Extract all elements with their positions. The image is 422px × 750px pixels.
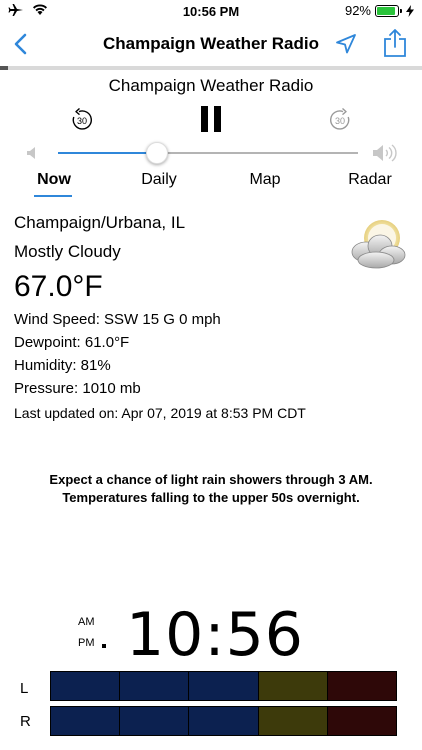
condition-label: Mostly Cloudy — [14, 242, 121, 261]
tab-map[interactable]: Map — [244, 171, 286, 189]
forecast-line-1: Expect a chance of light rain showers th… — [49, 472, 373, 487]
last-updated-label: Last updated on: Apr 07, 2019 at 8:53 PM… — [14, 405, 306, 421]
meter-segment — [51, 672, 121, 700]
status-right: 92% — [345, 3, 414, 18]
meter-segment — [258, 672, 328, 700]
meter-segment — [258, 707, 328, 735]
stream-progress-tick — [0, 66, 8, 70]
forecast-line-2: Temperatures falling to the upper 50s ov… — [62, 490, 360, 505]
right-channel-label: R — [20, 713, 31, 730]
stream-progress-bar — [0, 66, 422, 70]
meter-segment — [120, 672, 190, 700]
nav-bar: Champaign Weather Radio — [0, 22, 422, 66]
tab-radar[interactable]: Radar — [344, 171, 396, 189]
skip-back-label: 30 — [77, 116, 87, 126]
meter-segment — [327, 707, 397, 735]
meter-segment — [51, 707, 121, 735]
charging-bolt-icon — [406, 4, 414, 17]
mostly-cloudy-icon — [351, 220, 406, 269]
pause-button[interactable] — [199, 104, 223, 134]
share-icon[interactable] — [382, 28, 408, 58]
battery-percent: 92% — [344, 3, 371, 18]
battery-fill — [377, 6, 396, 15]
temperature-label: 67.0°F — [14, 270, 103, 303]
am-indicator: AM — [78, 616, 95, 628]
skip-forward-label: 30 — [335, 116, 345, 126]
pm-indicator: PM — [78, 637, 95, 649]
player-title: Champaign Weather Radio — [108, 76, 314, 95]
forecast-text: Expect a chance of light rain showers th… — [10, 471, 412, 507]
wind-speed-label: Wind Speed: SSW 15 G 0 mph — [14, 311, 221, 328]
clock-time: 10:56 — [126, 600, 304, 670]
volume-slider[interactable] — [58, 142, 358, 164]
volume-max-icon — [373, 144, 397, 162]
meter-segment — [120, 707, 190, 735]
left-channel-meter — [50, 671, 397, 701]
location-label: Champaign/Urbana, IL — [14, 213, 186, 232]
location-arrow-icon[interactable] — [334, 32, 358, 56]
chevron-left-icon[interactable] — [10, 32, 34, 56]
right-channel-meter — [50, 706, 397, 736]
clock-display: AM PM 10:56 — [0, 600, 422, 670]
battery-icon — [375, 4, 402, 17]
volume-slider-thumb[interactable] — [146, 142, 168, 164]
volume-min-icon — [27, 147, 35, 159]
volume-slider-fill — [58, 152, 157, 154]
nav-title: Champaign Weather Radio — [103, 34, 319, 53]
dewpoint-label: Dewpoint: 61.0°F — [14, 334, 130, 351]
tab-now[interactable]: Now — [34, 171, 74, 189]
status-bar: 10:56 PM 92% — [0, 0, 422, 22]
pressure-label: Pressure: 1010 mb — [14, 380, 141, 397]
skip-forward-30-icon[interactable]: 30 — [328, 108, 352, 132]
humidity-label: Humidity: 81% — [14, 357, 111, 374]
meter-segment — [189, 672, 259, 700]
pm-active-dot — [102, 644, 106, 648]
left-channel-label: L — [20, 680, 29, 697]
tab-daily[interactable]: Daily — [134, 171, 184, 189]
tab-now-underline — [34, 195, 72, 197]
meter-segment — [189, 707, 259, 735]
skip-back-30-icon[interactable]: 30 — [70, 108, 94, 132]
tab-bar: Now Daily Map Radar — [0, 171, 422, 201]
meter-segment — [327, 672, 397, 700]
